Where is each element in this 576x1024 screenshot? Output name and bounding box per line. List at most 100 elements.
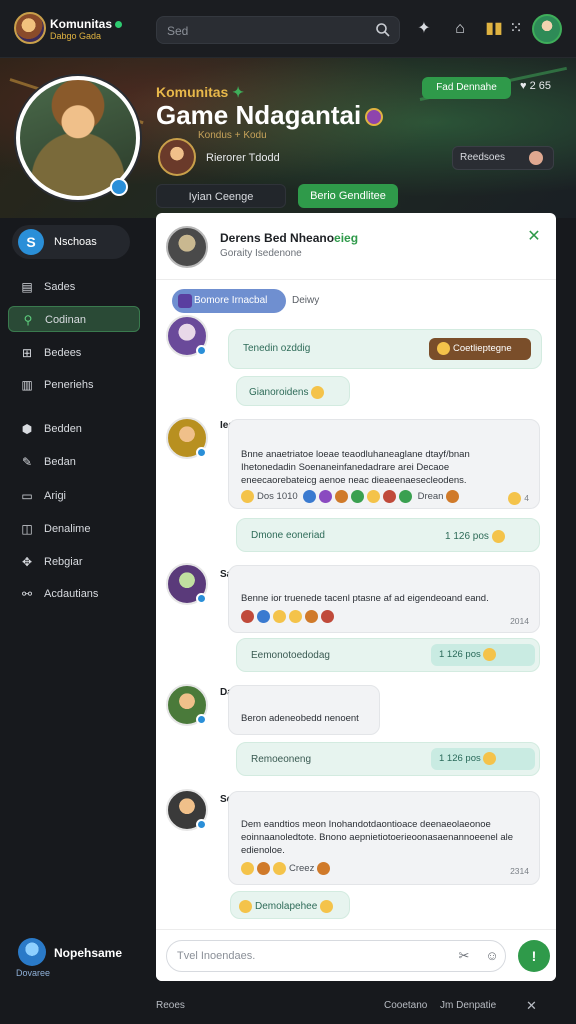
sidebar-item-codinan[interactable]: ⚲ Codinan [8,306,140,332]
sidebar-item-label: Peneriehs [44,379,94,391]
reaction-row[interactable]: Creez [241,862,333,875]
kicker-text: Komunitas [156,84,229,100]
sidebar-item-label: Denalime [44,523,91,535]
sidebar-item-bedan[interactable]: ✎ Bedan [8,449,140,475]
chat-avatar[interactable] [166,226,208,268]
message-text: Bnne anaetriatoe loeae teaodluhaneaglane… [241,449,470,486]
owner-line: Rierorer Tdodd [206,152,280,164]
verified-badge-icon [196,714,207,725]
grid-icon: ⊞ [21,346,33,360]
attach-icon[interactable]: ✂ [456,948,472,964]
app-footer-logo-icon[interactable] [18,938,46,966]
reaction-row[interactable] [241,610,337,623]
topic-pill[interactable]: Bomore Irnacbal [172,289,286,313]
coin-icon [437,341,450,355]
message-text: Beron adeneobedd nenoent [241,713,359,724]
sidebar-item-sades[interactable]: ▤ Sades [8,274,140,300]
app-logo-icon: S [18,229,44,255]
top-bar: Komunitas Dabgo Gada ✦ ⌂ ▮▮ ⁙ [0,0,576,58]
message-bubble: Benne ior truenede tacenl ptasne af ad e… [228,565,540,633]
reply-time-text: 1 126 pos [445,531,489,543]
members-button-label: Reedsoes [460,152,506,163]
topic-pill-label: Bomore Irnacbal [194,295,268,306]
reply-text: Dmone eoneriad [251,530,325,541]
reply-text: Eemonotoedodag [251,650,330,661]
close-icon[interactable]: ✕ [526,229,542,245]
reaction-label: Creez [289,863,315,875]
sidebar-item-acdautians[interactable]: ⚯ Acdautians [8,581,140,607]
heart-emoji-icon [241,610,254,623]
sidebar-item-denalime[interactable]: ◫ Denalime [8,516,140,542]
smile-emoji-icon [366,490,380,503]
sidebar-item-arigi[interactable]: ▭ Arigi [8,483,140,509]
game-emblem-icon [365,108,384,127]
divider [156,279,556,280]
like-count[interactable]: ♥ 2 65 [520,80,551,92]
search-bar[interactable] [156,16,400,44]
sidebar-home-label: Nschoas [54,236,97,248]
gamepad-icon[interactable]: ⌂ [449,18,471,40]
reaction-row[interactable]: Dos 1010 Drean [241,490,462,503]
smile-emoji-icon [289,610,302,623]
message-input[interactable] [166,940,506,972]
sidebar-item-label: Arigi [44,490,67,502]
sidebar-item-rebgiar[interactable]: ✥ Rebgiar [8,549,140,575]
brand-title-text: Komunitas [50,17,113,31]
members-button[interactable]: Reedsoes [452,146,554,170]
verified-badge-icon [196,447,207,458]
message-time: 2014 [510,616,529,626]
community-title: Game Ndagantai [156,100,384,131]
sidebar-home[interactable]: S Nschoas [12,225,130,259]
cloud-emoji-icon [302,490,316,503]
reply-time-text: 1 126 pos [439,649,481,660]
reaction-count: 4 [508,492,529,505]
sidebar-item-label: Rebgiar [44,556,83,568]
smile-emoji-icon [483,751,497,765]
reply-text: Demolapehee [239,900,336,913]
smile-emoji-icon [273,610,286,623]
message-bubble: Tenedin ozddig Coetlieptegne [228,329,542,369]
chat-panel: Derens Bed Nheanoeieg Goraity Isedenone … [156,213,556,981]
community-kicker: Komunitas ✦ [156,84,244,101]
search-input[interactable] [167,23,367,39]
sidebar-footer-title: Nopehsame [54,946,123,960]
bottom-link-1[interactable]: Cooetano [384,1000,427,1011]
follow-button[interactable]: Fad Dennahe [422,77,511,99]
message-text: Dem eandtios meon Inohandotdaontioace de… [241,819,514,856]
user-avatar[interactable] [532,14,562,44]
brand-logo[interactable] [14,12,46,44]
link-icon: ⚯ [21,587,33,601]
chat-icon: ◫ [21,522,33,536]
sidebar-item-bedden[interactable]: ⬢ Bedden [8,416,140,442]
smile-emoji-icon [320,900,334,913]
smile-emoji-icon [491,530,505,543]
bottom-link-2[interactable]: Jm Denpatie [440,1000,496,1011]
brand-title: Komunitas [50,17,123,31]
smile-emoji-icon [311,386,325,399]
sidebar-item-peneriehs[interactable]: ▥ Peneriehs [8,372,140,398]
close-icon[interactable]: ✕ [526,998,537,1014]
gift-icon[interactable]: ▮▮ [483,18,505,40]
send-button[interactable]: ! [518,940,550,972]
hero-tabs: Iyian Ceenge Berio Gendlitee [156,184,400,210]
search-icon[interactable] [375,22,391,38]
reply-text: Gianoroidens [249,386,327,399]
bottom-left-link[interactable]: Reoes [156,1000,185,1011]
shield-icon: ⬢ [21,422,33,436]
sidebar-item-bedees[interactable]: ⊞ Bedees [8,340,140,366]
emoji-icon[interactable]: ☺ [484,948,500,964]
sidebar-item-label: Bedees [44,347,82,359]
sidebar-item-label: Bedan [44,456,76,468]
grid-icon[interactable]: ⁙ [505,18,527,40]
search-icon: ⚲ [23,313,33,327]
reply-bubble: Dmone eoneriad 1 126 pos [236,518,540,552]
sidebar-item-label: Bedden [44,423,82,435]
reaction-pill[interactable]: Coetlieptegne [429,338,531,360]
sparkle-icon[interactable]: ✦ [413,18,435,40]
tab-first[interactable]: Iyian Ceenge [156,184,286,208]
chat-title: Derens Bed Nheanoeieg [220,231,358,245]
online-dot-icon [115,21,123,29]
owner-avatar[interactable] [158,138,196,176]
tab-second[interactable]: Berio Gendlitee [298,184,398,208]
reply-time-pill: 1 126 pos [431,748,535,770]
